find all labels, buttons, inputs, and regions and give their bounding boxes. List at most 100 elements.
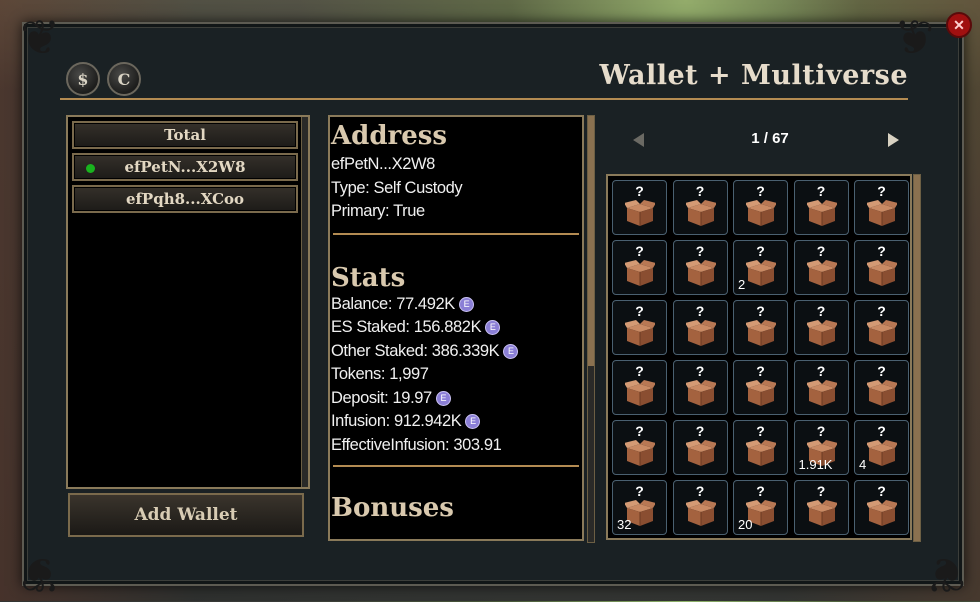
- corner-ornament-icon: ❦: [893, 10, 934, 66]
- unknown-item-icon: ?: [756, 363, 765, 379]
- mystery-box-slot[interactable]: ?: [793, 300, 849, 355]
- unknown-item-icon: ?: [816, 183, 826, 199]
- scroll-thumb[interactable]: [588, 116, 594, 366]
- mystery-box-icon: [624, 319, 656, 347]
- mystery-box-icon: [805, 319, 838, 347]
- essence-coin-icon: E: [465, 414, 481, 430]
- mystery-box-slot[interactable]: ? 1.91K: [793, 420, 849, 475]
- mystery-box-slot[interactable]: ?: [672, 360, 728, 415]
- mystery-box-slot[interactable]: ?: [612, 240, 667, 295]
- stat-line: EffectiveInfusion: 303.91: [331, 434, 581, 458]
- unknown-item-icon: ?: [816, 483, 826, 499]
- mystery-box-slot[interactable]: ?: [672, 180, 728, 235]
- item-grid: ???????? 2???????????????? 1.91K? 4? 32?? 20?…: [612, 180, 911, 537]
- wallet-list: Total efPetN...X2W8 efPqh8...XCoo: [66, 115, 310, 489]
- unknown-item-icon: ?: [635, 183, 644, 199]
- primary-value: Primary: True: [331, 202, 425, 220]
- stats-list: Balance: 77.492K E ES Staked: 156.882K E Oth…: [331, 293, 581, 458]
- prev-page-icon[interactable]: [633, 133, 644, 147]
- unknown-item-icon: ?: [877, 303, 886, 319]
- details-scrollbar[interactable]: [587, 115, 595, 543]
- dollar-mode-button[interactable]: $: [66, 62, 100, 96]
- stats-heading: Stats: [331, 262, 406, 293]
- mystery-box-slot[interactable]: ?: [612, 360, 667, 415]
- stat-text: Deposit: 19.97: [331, 388, 432, 407]
- grid-scrollbar[interactable]: [913, 174, 921, 542]
- unknown-item-icon: ?: [756, 243, 765, 259]
- mystery-box-icon: [684, 259, 717, 287]
- wallet-item-efpqh8[interactable]: efPqh8...XCoo: [72, 185, 298, 213]
- add-wallet-button[interactable]: Add Wallet: [68, 493, 304, 537]
- mystery-box-slot[interactable]: ?: [854, 480, 909, 535]
- mystery-box-slot[interactable]: ?: [793, 480, 849, 535]
- wallet-item-label: Total: [164, 126, 206, 144]
- stat-text: Balance: 77.492K: [331, 294, 455, 313]
- mystery-box-icon: [866, 199, 898, 227]
- mystery-box-slot[interactable]: ?: [672, 420, 728, 475]
- mystery-box-icon: [624, 259, 656, 287]
- wallet-item-total[interactable]: Total: [72, 121, 298, 149]
- mystery-box-slot[interactable]: ?: [672, 300, 728, 355]
- mystery-box-icon: [684, 199, 717, 227]
- mystery-box-icon: [745, 319, 777, 347]
- mystery-box-icon: [624, 379, 656, 407]
- stat-line: Other Staked: 386.339K E: [331, 340, 581, 364]
- mystery-box-icon: [684, 499, 717, 527]
- mystery-box-icon: [866, 319, 898, 347]
- corner-ornament-icon: ❦: [20, 546, 61, 602]
- wallet-item-efpetn[interactable]: efPetN...X2W8: [72, 153, 298, 181]
- page-indicator: 1 / 67: [751, 130, 789, 147]
- bonuses-heading: Bonuses: [331, 493, 454, 523]
- unknown-item-icon: ?: [756, 303, 765, 319]
- mystery-box-slot[interactable]: ?: [612, 300, 667, 355]
- corner-ornament-icon: ❦: [20, 10, 61, 66]
- essence-coin-icon: E: [458, 296, 474, 312]
- mystery-box-slot[interactable]: ?: [733, 420, 788, 475]
- stat-line: Balance: 77.492K E: [331, 293, 581, 317]
- unknown-item-icon: ?: [635, 483, 644, 499]
- unknown-item-icon: ?: [877, 423, 886, 439]
- item-count: 2: [738, 277, 746, 292]
- close-button[interactable]: ✕: [946, 12, 972, 38]
- mystery-box-slot[interactable]: ? 4: [854, 420, 909, 475]
- c-mode-button[interactable]: C: [107, 62, 141, 96]
- wallet-item-label: efPqh8...XCoo: [125, 190, 245, 208]
- mystery-box-slot[interactable]: ?: [854, 360, 909, 415]
- stat-text: Tokens: 1,997: [331, 365, 429, 383]
- mystery-box-slot[interactable]: ?: [854, 180, 909, 235]
- unknown-item-icon: ?: [877, 363, 886, 379]
- mystery-box-icon: [745, 259, 777, 287]
- mystery-box-slot[interactable]: ? 2: [733, 240, 788, 295]
- mystery-box-slot[interactable]: ?: [793, 360, 849, 415]
- essence-coin-icon: E: [503, 343, 519, 359]
- mystery-box-icon: [624, 439, 656, 467]
- mystery-box-slot[interactable]: ?: [854, 240, 909, 295]
- essence-coin-icon: E: [485, 320, 501, 336]
- next-page-icon[interactable]: [888, 133, 899, 147]
- mystery-box-slot[interactable]: ?: [612, 180, 667, 235]
- mystery-box-slot[interactable]: ?: [672, 240, 728, 295]
- unknown-item-icon: ?: [816, 363, 826, 379]
- mystery-box-slot[interactable]: ? 32: [612, 480, 667, 535]
- mystery-box-slot[interactable]: ?: [733, 360, 788, 415]
- mystery-box-slot[interactable]: ? 20: [733, 480, 788, 535]
- mystery-box-slot[interactable]: ?: [854, 300, 909, 355]
- wallet-item-label: efPetN...X2W8: [124, 158, 246, 176]
- mystery-box-slot[interactable]: ?: [733, 180, 788, 235]
- unknown-item-icon: ?: [756, 183, 765, 199]
- mystery-box-slot[interactable]: ?: [793, 180, 849, 235]
- unknown-item-icon: ?: [695, 363, 705, 379]
- unknown-item-icon: ?: [877, 483, 886, 499]
- scroll-thumb[interactable]: [914, 175, 920, 541]
- address-heading: Address: [331, 121, 448, 151]
- mystery-box-slot[interactable]: ?: [612, 420, 667, 475]
- stat-line: ES Staked: 156.882K E: [331, 316, 581, 340]
- mystery-box-icon: [805, 379, 838, 407]
- wallet-list-scrollbar[interactable]: [301, 117, 308, 487]
- mystery-box-slot[interactable]: ?: [733, 300, 788, 355]
- mystery-box-slot[interactable]: ?: [672, 480, 728, 535]
- stat-text: ES Staked: 156.882K: [331, 318, 482, 336]
- window-title: Wallet + Multiverse: [599, 60, 908, 91]
- unknown-item-icon: ?: [695, 303, 705, 319]
- mystery-box-slot[interactable]: ?: [793, 240, 849, 295]
